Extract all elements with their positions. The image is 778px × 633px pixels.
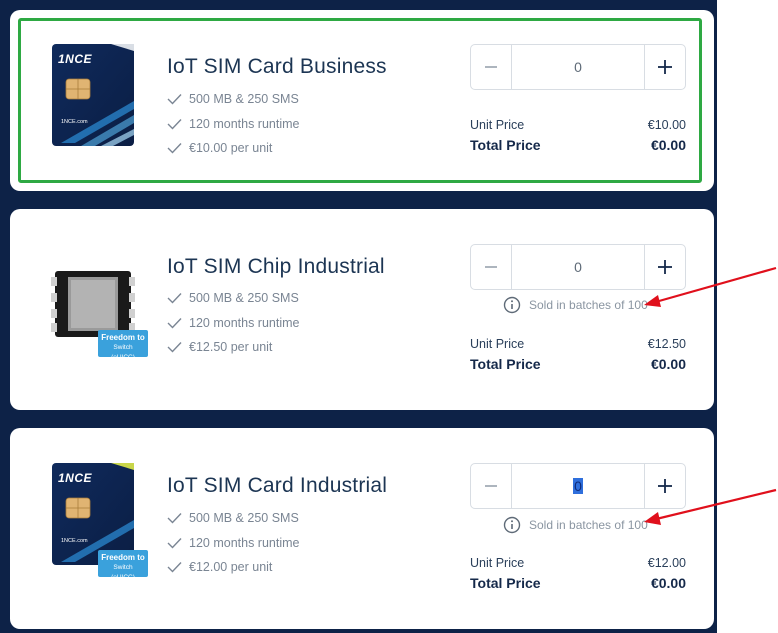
total-price-label: Total Price <box>470 137 541 153</box>
unit-price-value: €10.00 <box>647 118 686 132</box>
feature-item: €10.00 per unit <box>167 141 272 155</box>
freedom-to-switch-badge: Freedom to Switch (eUICC) <box>98 330 148 361</box>
quantity-input[interactable]: 0 <box>512 464 644 508</box>
checkmark-icon <box>167 119 182 130</box>
checkmark-icon <box>167 94 182 105</box>
checkmark-icon <box>167 562 182 573</box>
red-arrow-annotation <box>644 488 777 525</box>
feature-text: 120 months runtime <box>189 316 300 330</box>
badge-line-2: Switch (eUICC) <box>111 344 135 361</box>
batch-note-text: Sold in batches of 100 <box>529 298 648 312</box>
brand-logo: 1NCE <box>58 471 93 485</box>
feature-item: 120 months runtime <box>167 316 299 330</box>
decrease-quantity-button[interactable] <box>471 464 512 508</box>
feature-text: 500 MB & 250 SMS <box>189 92 299 106</box>
feature-text: 120 months runtime <box>189 117 300 131</box>
feature-item: 500 MB & 250 SMS <box>167 511 299 525</box>
total-price-row: Total Price €0.00 <box>470 356 686 372</box>
increase-quantity-button[interactable] <box>644 45 685 89</box>
feature-item: 120 months runtime <box>167 117 299 131</box>
freedom-to-switch-badge: Freedom to Switch (eUICC) <box>98 550 148 581</box>
feature-text: 500 MB & 250 SMS <box>189 291 299 305</box>
total-price-value: €0.00 <box>650 356 686 372</box>
badge-line-1: Freedom to <box>101 553 145 562</box>
unit-price-label: Unit Price <box>470 118 525 132</box>
feature-item: 500 MB & 250 SMS <box>167 291 299 305</box>
quantity-value-selected: 0 <box>573 478 583 494</box>
product-card-sim-card-business: 1NCE.com 1NCE IoT SIM Card Business 500 … <box>10 10 714 191</box>
product-card-sim-chip-industrial: Freedom to Switch (eUICC) IoT SIM Chip I… <box>10 209 714 410</box>
batch-note: Sold in batches of 100 <box>503 516 648 534</box>
checkmark-icon <box>167 143 182 154</box>
unit-price-label: Unit Price <box>470 556 525 570</box>
quantity-stepper: 0 <box>470 44 686 90</box>
unit-price-row: Unit Price €12.00 <box>470 556 686 570</box>
brand-url-text: 1NCE.com <box>61 119 88 125</box>
info-circle-icon <box>503 296 521 314</box>
quantity-value: 0 <box>574 59 582 75</box>
checkmark-icon <box>167 513 182 524</box>
info-circle-icon <box>503 516 521 534</box>
feature-item: €12.00 per unit <box>167 560 272 574</box>
decrease-quantity-button[interactable] <box>471 245 512 289</box>
total-price-label: Total Price <box>470 356 541 372</box>
decrease-quantity-button[interactable] <box>471 45 512 89</box>
minus-icon <box>485 485 497 487</box>
feature-text: 500 MB & 250 SMS <box>189 511 299 525</box>
total-price-label: Total Price <box>470 575 541 591</box>
checkmark-icon <box>167 293 182 304</box>
minus-icon <box>485 266 497 268</box>
product-title: IoT SIM Chip Industrial <box>167 255 385 278</box>
checkmark-icon <box>167 318 182 329</box>
quantity-value: 0 <box>574 259 582 275</box>
product-title: IoT SIM Card Industrial <box>167 474 388 497</box>
feature-item: 120 months runtime <box>167 536 299 550</box>
unit-price-value: €12.50 <box>647 337 686 351</box>
feature-text: 120 months runtime <box>189 536 300 550</box>
feature-text: €10.00 per unit <box>189 141 273 155</box>
quantity-input[interactable]: 0 <box>512 245 644 289</box>
feature-text: €12.00 per unit <box>189 560 273 574</box>
feature-item: €12.50 per unit <box>167 340 272 354</box>
quantity-input[interactable]: 0 <box>512 45 644 89</box>
feature-item: 500 MB & 250 SMS <box>167 92 299 106</box>
unit-price-value: €12.00 <box>647 556 686 570</box>
brand-url-text: 1NCE.com <box>61 538 88 544</box>
unit-price-row: Unit Price €10.00 <box>470 118 686 132</box>
total-price-row: Total Price €0.00 <box>470 575 686 591</box>
unit-price-label: Unit Price <box>470 337 525 351</box>
minus-icon <box>485 66 497 68</box>
badge-line-1: Freedom to <box>101 333 145 342</box>
total-price-row: Total Price €0.00 <box>470 137 686 153</box>
red-arrow-annotation <box>644 266 777 307</box>
total-price-value: €0.00 <box>650 575 686 591</box>
badge-line-2: Switch (eUICC) <box>111 564 135 581</box>
total-price-value: €0.00 <box>650 137 686 153</box>
feature-text: €12.50 per unit <box>189 340 273 354</box>
unit-price-row: Unit Price €12.50 <box>470 337 686 351</box>
product-title: IoT SIM Card Business <box>167 55 387 78</box>
product-card-sim-card-industrial: 1NCE.com 1NCE Freedom to Switch (eUICC) … <box>10 428 714 629</box>
batch-note: Sold in batches of 100 <box>503 296 648 314</box>
plus-icon <box>658 60 672 74</box>
checkmark-icon <box>167 538 182 549</box>
brand-logo: 1NCE <box>58 52 93 66</box>
checkmark-icon <box>167 342 182 353</box>
batch-note-text: Sold in batches of 100 <box>529 518 648 532</box>
